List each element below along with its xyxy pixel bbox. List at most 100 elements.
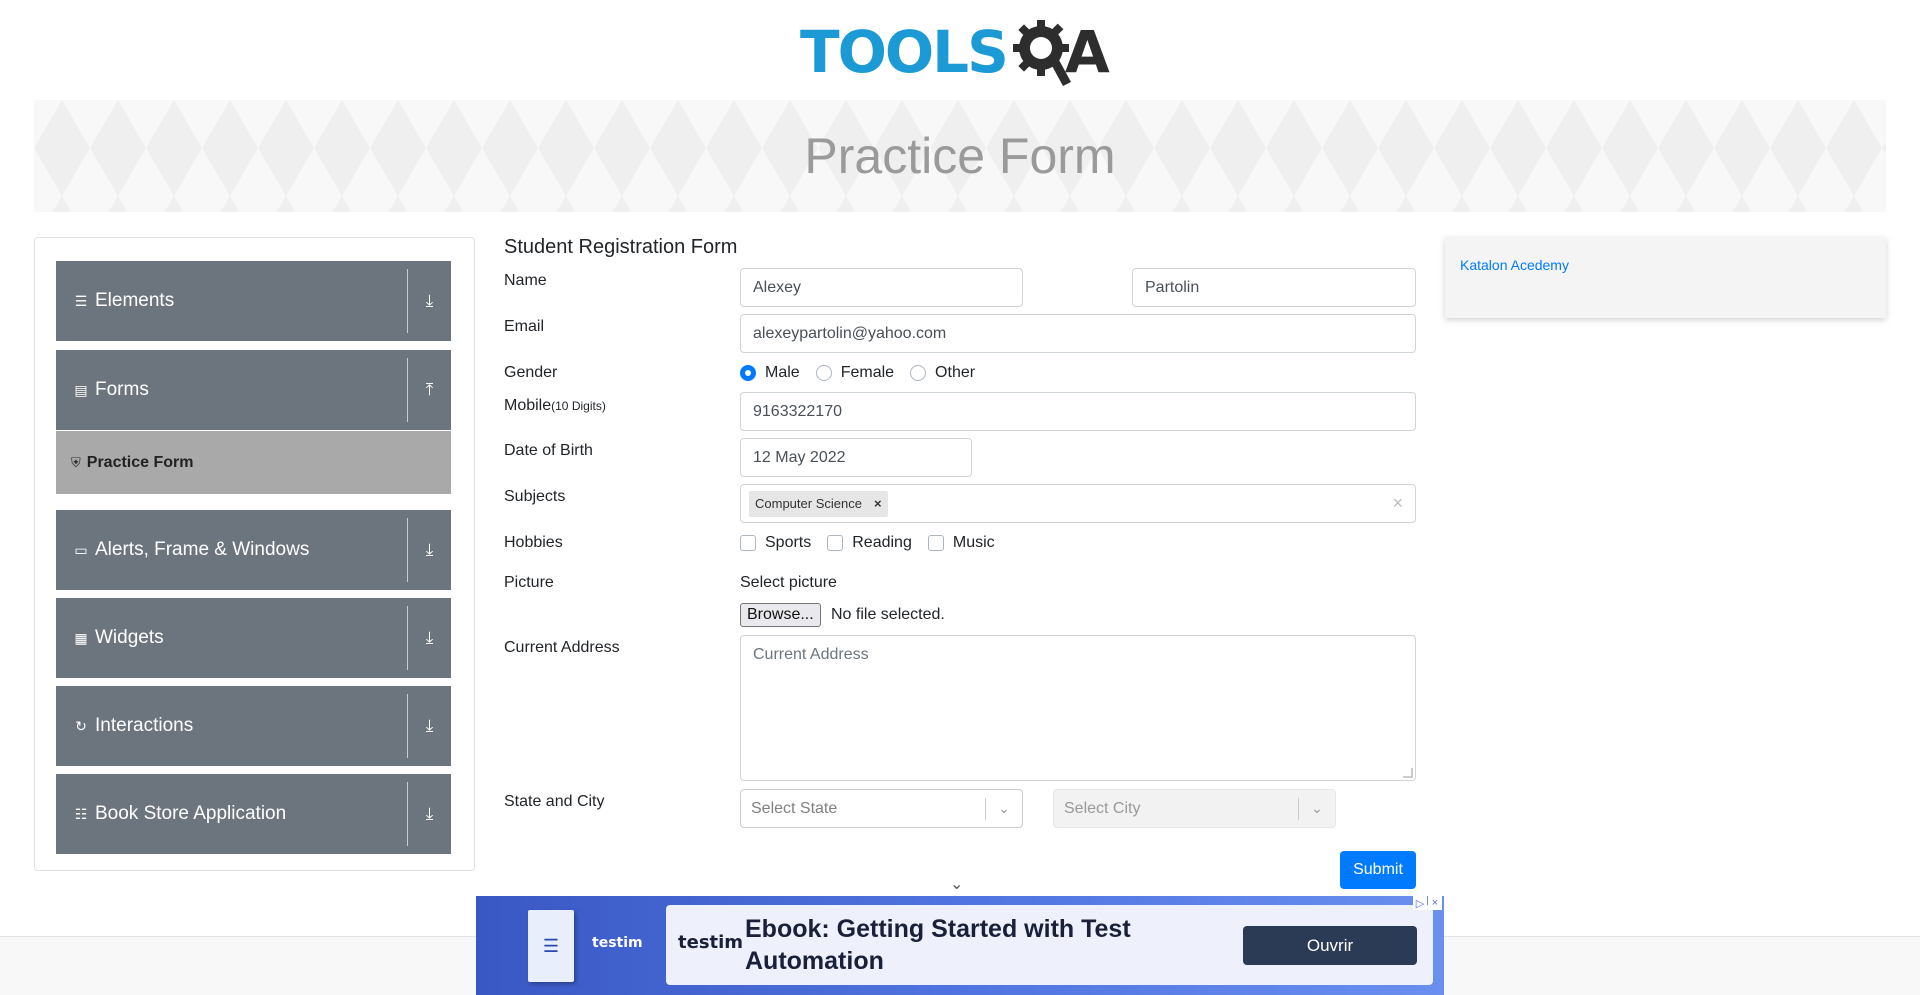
subjects-label: Subjects (504, 488, 566, 505)
bottom-ad-banner[interactable]: ☰ testim testim Ebook: Getting Started w… (476, 896, 1444, 995)
first-name-input[interactable]: Alexey (740, 268, 1023, 307)
option-label: Other (935, 364, 976, 381)
right-ad-box: Katalon Acedemy (1445, 237, 1886, 318)
sidebar-group-book-store[interactable]: ☷ Book Store Application ⤓ (56, 774, 451, 854)
logo-text: TOOLS (800, 18, 1009, 86)
hobby-reading-option[interactable]: Reading (827, 534, 912, 552)
divider (407, 358, 408, 422)
close-icon[interactable]: × (1428, 896, 1442, 910)
katalon-academy-link[interactable]: Katalon Acedemy (1460, 257, 1569, 273)
subject-chip-label: Computer Science (755, 496, 862, 511)
select-picture-label: Select picture (740, 574, 837, 591)
ad-cta-button[interactable]: Ouvrir (1243, 926, 1417, 965)
mobile-label: Mobile(10 Digits) (504, 397, 606, 415)
books-icon: ☷ (74, 805, 88, 822)
divider (407, 518, 408, 582)
browse-button[interactable]: Browse... (740, 603, 821, 627)
city-select[interactable]: Select City ⌄ (1053, 789, 1336, 828)
radio-checked[interactable] (740, 365, 756, 381)
option-label: Music (952, 534, 995, 551)
sidebar-group-label: Widgets (95, 627, 164, 648)
gender-female-option[interactable]: Female (815, 364, 895, 382)
chevron-down-icon[interactable]: ⌄ (950, 874, 963, 894)
resize-handle[interactable] (1403, 768, 1413, 778)
divider (407, 694, 408, 758)
submit-button[interactable]: Submit (1340, 851, 1416, 889)
mobile-label-text: Mobile (504, 397, 552, 414)
name-label: Name (504, 272, 547, 289)
gender-male-option[interactable]: Male (740, 364, 800, 382)
option-label: Female (840, 364, 895, 381)
sidebar-item-practice-form[interactable]: ⛨ Practice Form (56, 431, 451, 494)
clear-icon[interactable]: × (1392, 493, 1403, 514)
checkbox[interactable] (740, 535, 756, 551)
radio-unchecked[interactable] (815, 365, 832, 381)
sidebar-group-label: Alerts, Frame & Windows (95, 539, 310, 560)
download-icon: ⤓ (425, 628, 434, 647)
option-label: Male (765, 364, 800, 381)
dob-label: Date of Birth (504, 442, 593, 459)
widgets-icon: ▦ (74, 629, 88, 646)
divider (407, 782, 408, 846)
state-placeholder: Select State (751, 799, 838, 817)
hobby-sports-option[interactable]: Sports (740, 534, 811, 552)
sidebar-group-label: Elements (95, 290, 175, 311)
gender-label: Gender (504, 364, 558, 381)
hobbies-checkbox-group: Sports Reading Music (740, 534, 1011, 552)
hobby-music-option[interactable]: Music (927, 534, 995, 552)
subject-chip: Computer Science × (749, 490, 888, 517)
gender-radio-group: Male Female Other (740, 364, 991, 382)
ad-headline: Ebook: Getting Started with Test Automat… (745, 915, 1131, 975)
sidebar-group-label: Interactions (95, 715, 194, 736)
mobile-input[interactable]: 9163322170 (740, 392, 1416, 431)
page-banner: Practice Form (34, 100, 1886, 212)
last-name-input[interactable]: Partolin (1132, 268, 1416, 307)
sidebar-group-label: Forms (95, 379, 149, 400)
ebook-cover-image: ☰ (528, 910, 574, 982)
picture-label: Picture (504, 574, 554, 591)
ad-brand-logo: testim (592, 935, 643, 951)
subjects-input[interactable]: Computer Science × × (740, 484, 1416, 523)
chevron-down-icon[interactable]: ⌄ (986, 800, 1022, 817)
ad-choices[interactable]: ▷ × (1413, 896, 1442, 910)
email-label: Email (504, 318, 545, 335)
email-input[interactable]: alexeypartolin@yahoo.com (740, 314, 1416, 353)
toolsqa-logo[interactable]: TOOLS A (800, 16, 1110, 88)
form-title: Student Registration Form (504, 236, 738, 258)
ad-brand-logo: testim (678, 932, 744, 953)
date-of-birth-input[interactable]: 12 May 2022 (740, 438, 972, 477)
hobbies-label: Hobbies (504, 534, 563, 551)
divider (407, 269, 408, 333)
left-sidebar: ☰ Elements ⤓ ▤ Forms ⤒ ⛨ Practice Form ▭… (34, 237, 475, 871)
sidebar-group-elements[interactable]: ☰ Elements ⤓ (56, 261, 451, 341)
checkbox[interactable] (827, 535, 844, 551)
download-icon: ⤓ (425, 540, 434, 559)
interactions-icon: ↻ (75, 717, 87, 734)
divider (407, 606, 408, 670)
download-icon: ⤓ (425, 291, 434, 310)
chevron-down-icon[interactable]: ⌄ (1299, 800, 1335, 817)
address-placeholder: Current Address (753, 646, 869, 663)
option-label: Reading (852, 534, 912, 551)
current-address-textarea[interactable]: Current Address (740, 635, 1416, 781)
ad-card: testim Ebook: Getting Started with Test … (666, 905, 1433, 985)
sidebar-group-forms[interactable]: ▤ Forms ⤒ (56, 350, 451, 430)
gender-other-option[interactable]: Other (910, 364, 975, 382)
address-label: Current Address (504, 639, 620, 656)
gear-icon (1012, 20, 1071, 86)
sidebar-group-label: Book Store Application (95, 803, 287, 824)
sidebar-group-widgets[interactable]: ▦ Widgets ⤓ (56, 598, 451, 678)
document-icon: ▤ (74, 381, 88, 398)
page-title: Practice Form (804, 128, 1116, 184)
sidebar-group-alerts[interactable]: ▭ Alerts, Frame & Windows ⤓ (56, 510, 451, 590)
checkbox[interactable] (927, 535, 944, 551)
state-city-label: State and City (504, 793, 605, 810)
option-label: Sports (765, 534, 812, 551)
ad-info-icon[interactable]: ▷ (1413, 896, 1427, 910)
radio-unchecked[interactable] (910, 365, 927, 381)
remove-chip-icon[interactable]: × (868, 496, 888, 511)
upload-icon: ⤒ (425, 380, 434, 399)
state-select[interactable]: Select State ⌄ (740, 789, 1023, 828)
no-file-text: No file selected. (831, 606, 945, 623)
sidebar-group-interactions[interactable]: ↻ Interactions ⤓ (56, 686, 451, 766)
